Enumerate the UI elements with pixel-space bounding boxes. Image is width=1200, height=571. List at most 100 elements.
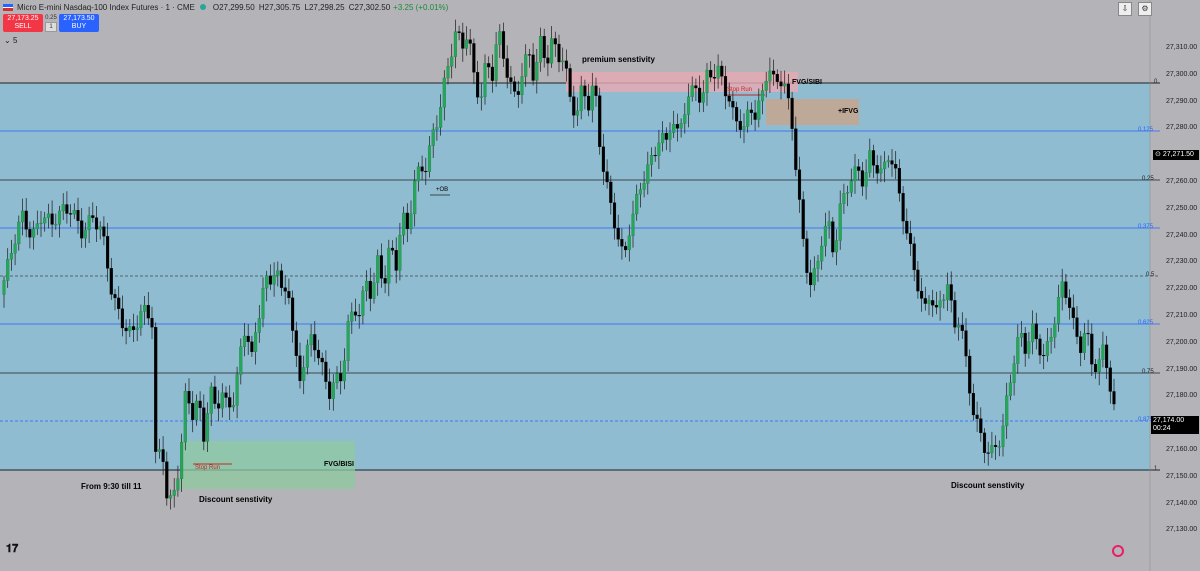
ohlc-open: O27,299.50: [212, 2, 255, 12]
candle-down: [894, 164, 898, 169]
buy-label: BUY: [71, 23, 87, 30]
candle-up: [783, 83, 787, 87]
stop-run-top-label: Stop Run: [727, 87, 753, 93]
candle-down: [461, 32, 465, 49]
candle-up: [464, 39, 469, 49]
candle-up: [254, 332, 258, 353]
candle-up: [768, 70, 772, 82]
candle-up: [690, 85, 694, 97]
candle-down: [975, 414, 979, 419]
candle-down: [394, 250, 398, 271]
candle-up: [139, 311, 143, 329]
candle-down: [113, 294, 117, 299]
download-icon[interactable]: ⇩: [1118, 2, 1132, 16]
candle-up: [686, 96, 691, 115]
candle-down: [328, 381, 332, 399]
candle-up: [342, 360, 346, 382]
candle-up: [398, 234, 402, 271]
candle-down: [202, 407, 206, 442]
candle-up: [838, 203, 842, 241]
candle-up: [879, 168, 883, 174]
candle-up: [309, 334, 313, 346]
sell-button[interactable]: 27,173.25 SELL: [3, 14, 43, 32]
candle-down: [875, 165, 879, 174]
candle-down: [587, 95, 591, 111]
candle-down: [809, 272, 813, 286]
candle-down: [753, 112, 757, 120]
candle-up: [846, 192, 850, 194]
candle-up: [683, 114, 687, 124]
tradingview-logo[interactable]: 𝟏𝟕: [6, 543, 18, 556]
fib-retracement-area: [0, 83, 1150, 471]
indicators-count: 5: [12, 36, 18, 45]
candle-up: [590, 85, 594, 111]
candle-up: [17, 221, 21, 245]
candle-up: [168, 495, 173, 499]
candle-up: [853, 166, 857, 182]
candle-up: [157, 449, 161, 452]
candle-up: [409, 213, 413, 230]
candle-down: [953, 300, 957, 328]
candle-down: [283, 287, 287, 292]
candle-up: [1056, 297, 1061, 324]
candle-down: [383, 278, 387, 284]
price-axis-tick: 27,230.00: [1166, 258, 1198, 266]
candle-up: [361, 290, 365, 316]
candle-down: [986, 452, 990, 454]
candle-up: [435, 127, 439, 130]
symbol-title[interactable]: Micro E-mini Nasdaq-100 Index Futures · …: [17, 3, 195, 12]
fib-level-label: 0.625: [1138, 320, 1154, 326]
candle-down: [857, 166, 861, 171]
candle-up: [209, 386, 213, 414]
buy-price: 27,173.50: [63, 15, 95, 22]
candle-down: [501, 31, 506, 59]
price-axis-tick: 27,260.00: [1166, 178, 1198, 185]
candle-up: [453, 31, 457, 57]
candle-down: [268, 275, 272, 285]
candle-down: [154, 327, 158, 452]
candle-down: [605, 171, 609, 183]
candle-down: [531, 54, 535, 81]
ohlc-high: H27,305.75: [258, 2, 301, 12]
candle-up: [365, 280, 369, 292]
candle-down: [468, 39, 472, 44]
candle-down: [50, 213, 54, 225]
candle-down: [1071, 307, 1075, 318]
candle-down: [801, 199, 805, 239]
candle-up: [886, 160, 890, 163]
quantity-input[interactable]: 1: [45, 22, 57, 32]
candle-down: [949, 284, 953, 301]
candle-down: [905, 220, 909, 234]
candle-down: [161, 449, 165, 462]
indicators-toggle[interactable]: ⌄ 5: [4, 36, 17, 45]
buy-button[interactable]: 27,173.50 BUY: [59, 14, 99, 32]
ob-label: +OB: [436, 187, 449, 193]
candle-down: [612, 202, 617, 229]
candle-up: [413, 180, 417, 215]
candle-up: [180, 441, 184, 479]
fvg-bisi-label: FVG/BISI: [324, 461, 354, 468]
candle-down: [117, 297, 121, 309]
candle-up: [716, 65, 720, 79]
candle-down: [653, 155, 657, 157]
candle-down: [694, 85, 698, 89]
candle-up: [346, 321, 350, 361]
candle-up: [812, 268, 816, 286]
chart-tools: ⇩ ⚙: [1118, 2, 1152, 16]
candle-down: [368, 280, 372, 299]
candle-up: [538, 36, 543, 63]
candle-up: [350, 311, 354, 322]
fvg-sibi-zone[interactable]: [566, 72, 798, 92]
candle-up: [402, 212, 406, 236]
candle-up: [535, 61, 539, 81]
chart-settings-icon[interactable]: [1112, 545, 1124, 557]
candle-down: [405, 212, 409, 230]
candle-up: [39, 222, 43, 224]
candle-down: [831, 221, 835, 253]
candle-up: [757, 100, 761, 120]
candle-down: [923, 298, 927, 304]
candle-down: [316, 349, 321, 359]
settings-icon[interactable]: ⚙: [1138, 2, 1152, 16]
candle-up: [20, 210, 25, 223]
candle-down: [908, 233, 913, 244]
